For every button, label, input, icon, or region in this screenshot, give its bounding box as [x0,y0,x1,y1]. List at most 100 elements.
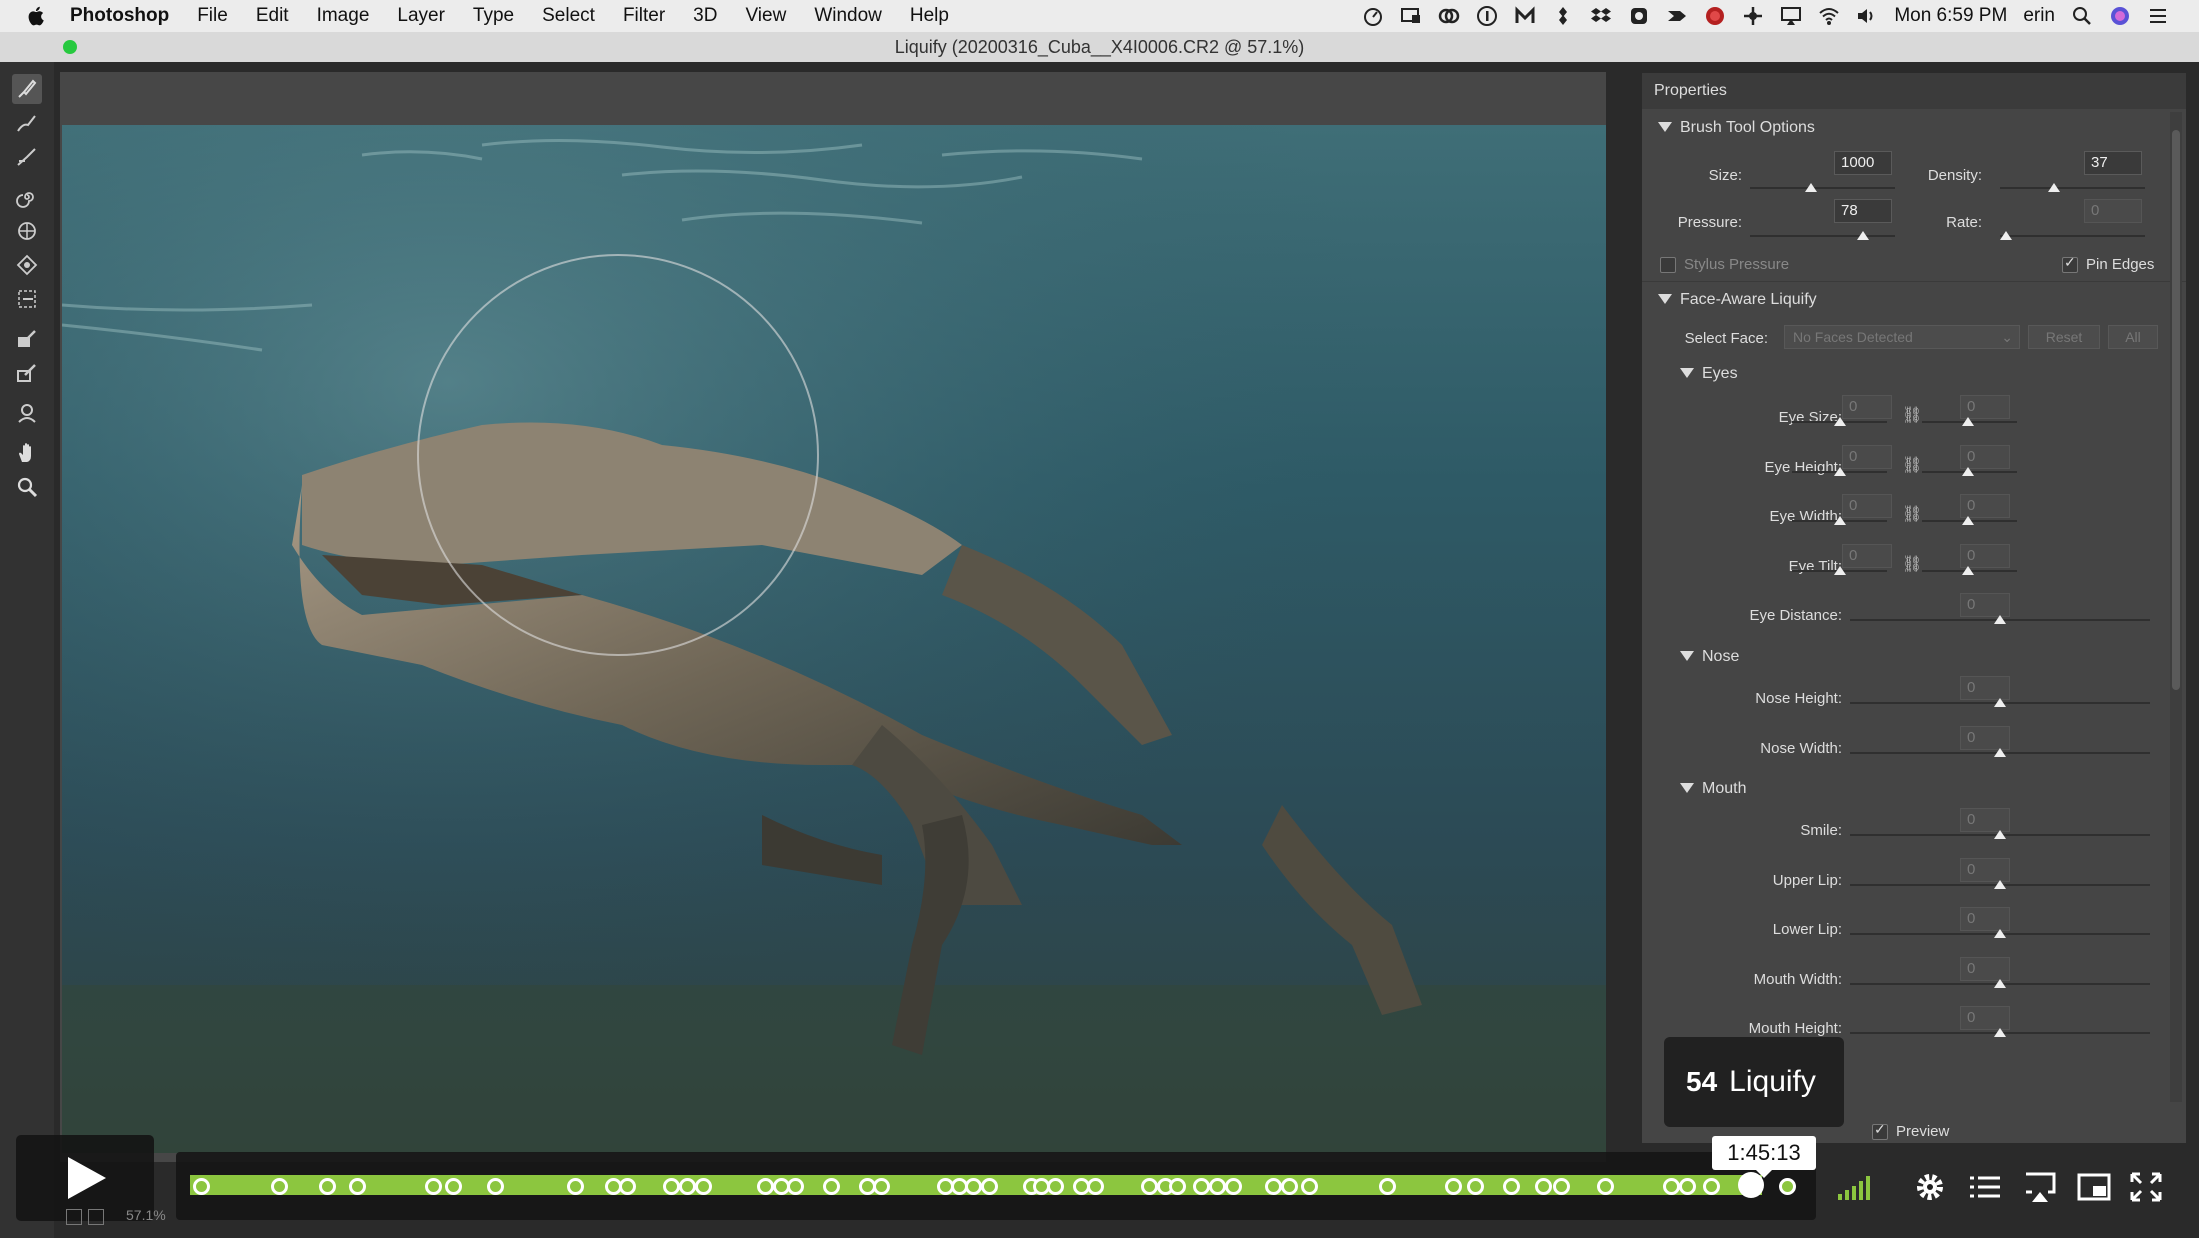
chapter-marker[interactable] [487,1178,504,1195]
chapter-marker[interactable] [1779,1178,1796,1195]
nose-header[interactable]: Nose [1680,648,1739,666]
eye-width-left-input[interactable]: 0 [1842,494,1892,518]
density-input[interactable]: 37 [2084,151,2142,175]
chapter-marker[interactable] [567,1178,584,1195]
density-slider[interactable] [2000,187,2145,189]
chapter-marker[interactable] [1445,1178,1462,1195]
forward-warp-tool[interactable] [12,74,42,104]
eye-size-right-thumb[interactable] [1962,417,1974,426]
eye-tilt-right-input[interactable]: 0 [1960,543,2010,568]
view-mode-icon[interactable] [66,1209,82,1225]
chapters-button[interactable] [1966,1170,2002,1204]
smile-thumb[interactable] [1994,830,2006,839]
mail-app-icon[interactable] [1514,5,1536,27]
menu-3d[interactable]: 3D [693,5,717,27]
search-icon[interactable] [2071,5,2093,27]
brush-tool-options-header[interactable]: Brush Tool Options [1658,119,1815,137]
reset-button[interactable]: Reset [2028,325,2100,349]
pressure-slider[interactable] [1750,235,1895,237]
size-input[interactable]: 1000 [1834,151,1892,175]
menu-window[interactable]: Window [814,5,882,27]
twirl-clockwise-tool[interactable] [12,182,42,212]
eye-tilt-left-input[interactable]: 0 [1842,543,1892,568]
rate-slider-thumb[interactable] [1999,231,2012,240]
chapter-marker[interactable] [663,1178,680,1195]
settings-button[interactable] [1912,1170,1948,1204]
size-slider[interactable] [1750,187,1895,189]
rate-slider[interactable] [2000,235,2145,237]
chapter-marker[interactable] [1467,1178,1484,1195]
eye-height-left-input[interactable]: 0 [1842,444,1892,469]
pressure-slider-thumb[interactable] [1857,231,1870,240]
eye-size-left-input[interactable]: 0 [1842,395,1892,419]
apple-icon[interactable] [26,5,48,27]
chapter-marker[interactable] [1553,1178,1570,1195]
face-tool[interactable] [12,398,42,428]
zoom-level[interactable]: 57.1% [126,1207,166,1223]
siri-icon[interactable] [2109,5,2131,27]
airplay-status-icon[interactable] [1780,5,1802,27]
chapter-marker[interactable] [1663,1178,1680,1195]
chapter-marker[interactable] [787,1178,804,1195]
eye-width-left-thumb[interactable] [1834,516,1846,525]
volume-button[interactable] [1836,1170,1872,1204]
eye-height-left-thumb[interactable] [1834,466,1846,476]
link-icon[interactable]: ⛓ [1902,504,1922,526]
eye-size-right-input[interactable]: 0 [1960,395,2010,419]
eye-size-left-thumb[interactable] [1834,417,1846,426]
chapter-marker[interactable] [823,1178,840,1195]
pressure-input[interactable]: 78 [1834,199,1892,223]
chapter-marker[interactable] [1225,1178,1242,1195]
notification-center-icon[interactable] [2147,5,2169,27]
pucker-tool[interactable] [12,216,42,246]
display-icon[interactable] [1400,5,1422,27]
smooth-tool[interactable] [12,142,42,172]
chapter-marker[interactable] [1047,1178,1064,1195]
preview-checkbox[interactable] [1872,1121,1888,1140]
menu-edit[interactable]: Edit [256,5,289,27]
nose-height-input[interactable]: 0 [1960,676,2010,700]
chapter-marker[interactable] [1193,1178,1210,1195]
menu-layer[interactable]: Layer [397,5,445,27]
chapter-marker[interactable] [1597,1178,1614,1195]
window-zoom-button[interactable] [63,40,77,54]
chapter-marker[interactable] [349,1178,366,1195]
password-manager-icon[interactable] [1476,5,1498,27]
reconstruct-tool[interactable] [12,108,42,138]
link-icon[interactable]: ⛓ [1902,554,1922,576]
eye-distance-thumb[interactable] [1994,615,2006,624]
chapter-marker[interactable] [445,1178,462,1195]
freeze-mask-tool[interactable] [12,324,42,354]
app-status-icon[interactable] [1628,5,1650,27]
upper-lip-thumb[interactable] [1994,879,2006,889]
hand-tool[interactable] [12,438,42,468]
menu-help[interactable]: Help [910,5,949,27]
pin-edges-checkbox[interactable] [2062,254,2078,273]
chapter-marker[interactable] [1301,1178,1318,1195]
chapter-marker[interactable] [619,1178,636,1195]
volume-status-icon[interactable] [1856,5,1878,27]
chapter-marker[interactable] [873,1178,890,1195]
mouth-width-thumb[interactable] [1994,978,2006,988]
menu-file[interactable]: File [197,5,228,27]
chapter-marker[interactable] [1503,1178,1520,1195]
user-name[interactable]: erin [2023,5,2055,27]
view-mode-icon[interactable] [88,1209,104,1225]
record-icon[interactable] [1704,5,1726,27]
chapter-marker[interactable] [965,1178,982,1195]
creative-cloud-icon[interactable] [1438,5,1460,27]
eye-tilt-left-thumb[interactable] [1834,565,1846,575]
lower-lip-thumb[interactable] [1994,929,2006,938]
select-face-dropdown[interactable]: No Faces Detected ⌄ [1784,325,2020,349]
chapter-marker[interactable] [1703,1178,1720,1195]
upper-lip-input[interactable]: 0 [1960,857,2010,882]
zoom-tool[interactable] [12,472,42,502]
fullscreen-button[interactable] [2128,1170,2164,1204]
eye-height-right-thumb[interactable] [1962,466,1974,476]
wifi-icon[interactable] [1818,5,1840,27]
chapter-marker[interactable] [1141,1178,1158,1195]
chapter-marker[interactable] [1281,1178,1298,1195]
chapter-marker[interactable] [425,1178,442,1195]
airplay-button[interactable] [2022,1170,2058,1204]
link-icon[interactable]: ⛓ [1902,405,1922,427]
